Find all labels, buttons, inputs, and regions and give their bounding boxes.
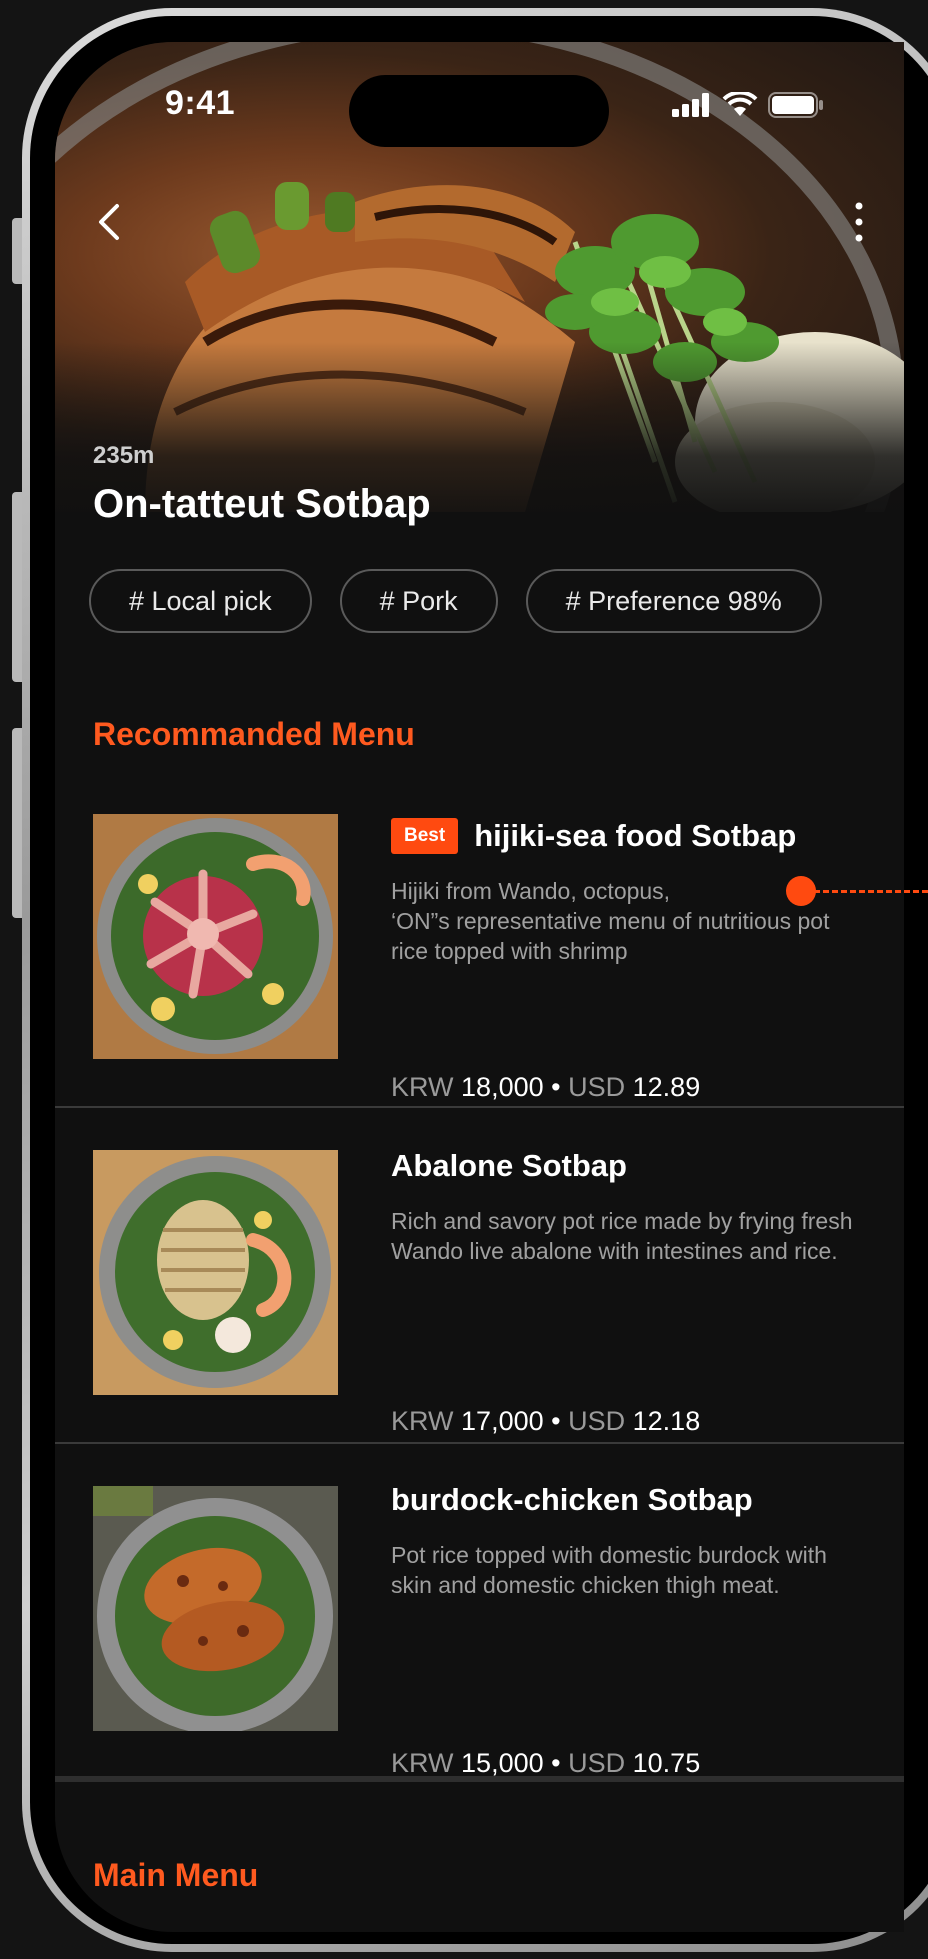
menu-name: Abalone Sotbap bbox=[391, 1148, 627, 1183]
annotation-line bbox=[814, 890, 928, 893]
annotation-marker bbox=[786, 876, 816, 906]
menu-price: KRW 15,000 • USD 10.75 bbox=[391, 1748, 700, 1779]
status-time: 9:41 bbox=[165, 84, 236, 122]
app-screen: 9:41 235m On-tatteut Sotbap # Local pick… bbox=[55, 42, 904, 1932]
divider bbox=[55, 1106, 904, 1108]
price-krw: 17,000 bbox=[461, 1406, 544, 1436]
tag-list: # Local pick # Pork # Preference 98% bbox=[89, 569, 822, 633]
menu-name-row: Best hijiki-sea food Sotbap bbox=[391, 818, 861, 854]
recommended-menu-title: Recommanded Menu bbox=[93, 716, 415, 752]
silent-switch bbox=[12, 218, 22, 284]
price-krw: 18,000 bbox=[461, 1072, 544, 1102]
currency-usd: USD bbox=[568, 1072, 626, 1102]
dynamic-island bbox=[349, 75, 609, 147]
tag-preference[interactable]: # Preference 98% bbox=[525, 569, 822, 633]
menu-price: KRW 17,000 • USD 12.18 bbox=[391, 1406, 700, 1437]
best-badge: Best bbox=[391, 818, 459, 854]
menu-description: Pot rice topped with domestic burdock wi… bbox=[391, 1542, 827, 1598]
more-icon[interactable] bbox=[851, 200, 867, 244]
menu-price: KRW 18,000 • USD 12.89 bbox=[391, 1072, 700, 1103]
volume-down-button bbox=[12, 728, 22, 918]
price-separator: • bbox=[551, 1748, 561, 1778]
menu-name: hijiki-sea food Sotbap bbox=[474, 818, 797, 853]
menu-thumbnail bbox=[93, 1486, 338, 1731]
price-usd: 12.89 bbox=[632, 1072, 701, 1102]
price-usd: 10.75 bbox=[632, 1748, 701, 1778]
wifi-icon bbox=[722, 92, 758, 116]
currency-krw: KRW bbox=[391, 1748, 454, 1778]
currency-krw: KRW bbox=[391, 1072, 454, 1102]
menu-thumbnail bbox=[93, 814, 338, 1059]
volume-up-button bbox=[12, 492, 22, 682]
back-icon[interactable] bbox=[91, 202, 131, 242]
currency-krw: KRW bbox=[391, 1406, 454, 1436]
menu-item[interactable]: burdock-chicken Sotbap Pot rice topped w… bbox=[55, 1482, 904, 1822]
menu-thumbnail bbox=[93, 1150, 338, 1395]
price-separator: • bbox=[551, 1406, 561, 1436]
price-usd: 12.18 bbox=[632, 1406, 701, 1436]
menu-name: burdock-chicken Sotbap bbox=[391, 1482, 753, 1517]
price-separator: • bbox=[551, 1072, 561, 1102]
divider bbox=[55, 1442, 904, 1444]
place-title: On-tatteut Sotbap bbox=[93, 482, 431, 526]
tag-pork[interactable]: # Pork bbox=[339, 569, 498, 633]
main-menu-title: Main Menu bbox=[93, 1857, 259, 1893]
currency-usd: USD bbox=[568, 1748, 626, 1778]
menu-description: Rich and savory pot rice made by frying … bbox=[391, 1208, 853, 1264]
menu-item[interactable]: Abalone Sotbap Rich and savory pot rice … bbox=[55, 1148, 904, 1486]
section-divider bbox=[55, 1776, 904, 1782]
battery-icon bbox=[768, 92, 823, 118]
price-krw: 15,000 bbox=[461, 1748, 544, 1778]
currency-usd: USD bbox=[568, 1406, 626, 1436]
tag-local-pick[interactable]: # Local pick bbox=[89, 569, 312, 633]
menu-item[interactable]: Best hijiki-sea food Sotbap Hijiki from … bbox=[55, 814, 904, 1150]
distance-label: 235m bbox=[93, 442, 155, 469]
signal-icon bbox=[672, 93, 709, 117]
status-bar: 9:41 bbox=[55, 62, 904, 147]
